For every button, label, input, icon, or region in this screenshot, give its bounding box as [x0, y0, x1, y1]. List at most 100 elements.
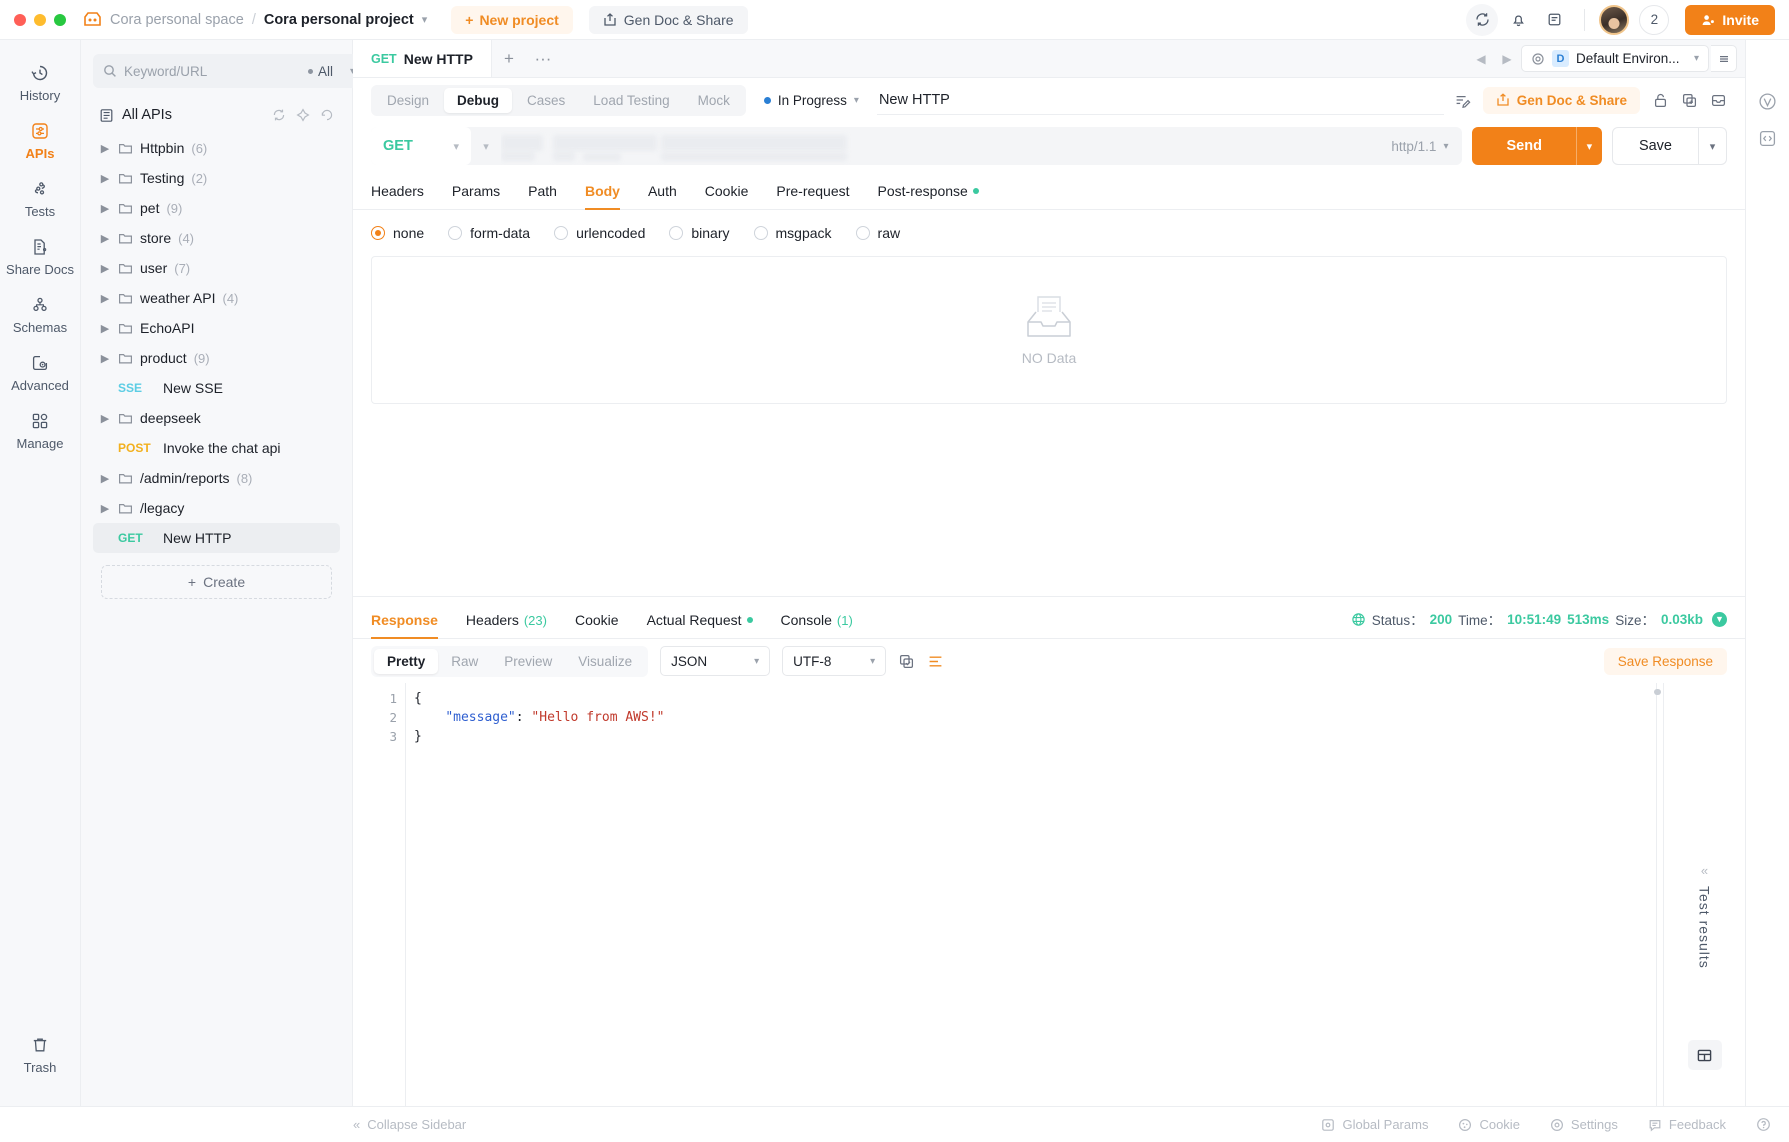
- body-type-none[interactable]: none: [371, 225, 424, 241]
- body-type-urlencoded[interactable]: urlencoded: [554, 225, 645, 241]
- environment-menu-icon[interactable]: [1711, 45, 1737, 72]
- archive-icon[interactable]: [1710, 92, 1727, 109]
- new-project-button[interactable]: + New project: [451, 5, 573, 34]
- gen-doc-share-button[interactable]: Gen Doc & Share: [1482, 86, 1640, 114]
- request-tab-auth[interactable]: Auth: [634, 183, 691, 209]
- test-results-label[interactable]: Test results: [1697, 886, 1713, 969]
- layout-toggle-icon[interactable]: [1687, 1040, 1722, 1070]
- collapse-test-results-icon[interactable]: «: [1701, 863, 1708, 878]
- chevron-right-icon[interactable]: ▶: [99, 142, 111, 155]
- sidebar-item-tests[interactable]: Tests: [0, 170, 80, 228]
- url-prefix-selector[interactable]: ▾: [471, 140, 501, 153]
- request-tab-params[interactable]: Params: [438, 183, 514, 209]
- chevron-right-icon[interactable]: ▶: [99, 292, 111, 305]
- code-scrollbar-track[interactable]: [1656, 683, 1657, 1106]
- chevron-right-icon[interactable]: ▶: [99, 172, 111, 185]
- http-version-selector[interactable]: http/1.1 ▾: [1377, 139, 1462, 154]
- sidebar-item-schemas[interactable]: Schemas: [0, 286, 80, 344]
- code-snippet-icon[interactable]: [1758, 129, 1777, 148]
- collapse-sidebar-button[interactable]: « Collapse Sidebar: [353, 1117, 466, 1132]
- all-apis-root[interactable]: All APIs: [93, 100, 340, 130]
- view-preview[interactable]: Preview: [491, 649, 565, 674]
- request-tab-headers[interactable]: Headers: [371, 183, 438, 209]
- save-response-button[interactable]: Save Response: [1603, 647, 1727, 675]
- body-type-binary[interactable]: binary: [669, 225, 730, 241]
- chevron-right-icon[interactable]: ▶: [99, 472, 111, 485]
- tree-api-item[interactable]: SSE New SSE: [93, 373, 340, 403]
- create-api-button[interactable]: + Create: [101, 565, 332, 599]
- tree-api-item[interactable]: POST Invoke the chat api: [93, 433, 340, 463]
- body-type-form-data[interactable]: form-data: [448, 225, 530, 241]
- request-tab-post-response[interactable]: Post-response: [864, 183, 993, 209]
- mode-cases[interactable]: Cases: [514, 88, 578, 113]
- cookie-button[interactable]: Cookie: [1458, 1117, 1520, 1132]
- save-button[interactable]: Save: [1611, 127, 1699, 165]
- collapse-tree-icon[interactable]: [320, 108, 334, 122]
- new-tab-button[interactable]: +: [492, 40, 526, 77]
- tree-folder-item[interactable]: ▶ user (7): [93, 253, 340, 283]
- view-pretty[interactable]: Pretty: [374, 648, 439, 674]
- view-visualize[interactable]: Visualize: [565, 649, 645, 674]
- mode-mock[interactable]: Mock: [685, 88, 743, 113]
- tree-folder-item[interactable]: ▶ Testing (2): [93, 163, 340, 193]
- response-tab-headers[interactable]: Headers (23): [452, 612, 561, 638]
- sidebar-item-trash[interactable]: Trash: [0, 1026, 80, 1084]
- request-tab-cookie[interactable]: Cookie: [691, 183, 763, 209]
- chevron-right-icon[interactable]: ▶: [99, 232, 111, 245]
- tree-folder-item[interactable]: ▶ deepseek: [93, 403, 340, 433]
- editor-tab-new-http[interactable]: GET New HTTP: [353, 40, 492, 77]
- code-scrollbar-thumb[interactable]: [1654, 689, 1661, 695]
- close-window-button[interactable]: [14, 13, 26, 26]
- http-method-selector[interactable]: GET ▾: [371, 127, 471, 165]
- tree-folder-item[interactable]: ▶ Httpbin (6): [93, 133, 340, 163]
- send-button[interactable]: Send: [1472, 127, 1576, 165]
- save-options-chevron-icon[interactable]: ▾: [1699, 127, 1727, 165]
- tree-folder-item[interactable]: ▶ product (9): [93, 343, 340, 373]
- tree-folder-item[interactable]: ▶ weather API (4): [93, 283, 340, 313]
- tree-folder-item[interactable]: ▶ /admin/reports (8): [93, 463, 340, 493]
- minimize-window-button[interactable]: [34, 13, 46, 26]
- environment-selector[interactable]: D Default Environ... ▾: [1521, 45, 1709, 72]
- locate-tree-icon[interactable]: [296, 108, 310, 122]
- help-button[interactable]: [1756, 1117, 1771, 1132]
- chevron-right-icon[interactable]: ▶: [99, 412, 111, 425]
- view-raw[interactable]: Raw: [438, 649, 491, 674]
- invite-button[interactable]: Invite: [1685, 4, 1775, 35]
- api-name-input[interactable]: New HTTP: [876, 86, 1444, 115]
- user-avatar[interactable]: [1599, 4, 1630, 35]
- body-type-raw[interactable]: raw: [855, 225, 900, 241]
- tab-overflow-menu-button[interactable]: ···: [526, 40, 560, 77]
- edit-description-icon[interactable]: [1454, 92, 1471, 109]
- verify-circle-icon[interactable]: [1758, 92, 1777, 111]
- maximize-window-button[interactable]: [54, 13, 66, 26]
- response-encoding-selector[interactable]: UTF-8 ▾: [782, 646, 887, 676]
- global-params-button[interactable]: Global Params: [1321, 1117, 1428, 1132]
- tab-scroll-left-icon[interactable]: ◀: [1469, 40, 1493, 77]
- mode-debug[interactable]: Debug: [444, 87, 513, 113]
- settings-button[interactable]: Settings: [1550, 1117, 1618, 1132]
- chevron-right-icon[interactable]: ▶: [99, 322, 111, 335]
- send-options-chevron-icon[interactable]: ▾: [1575, 127, 1602, 165]
- response-format-selector[interactable]: JSON ▾: [660, 646, 771, 676]
- request-tab-path[interactable]: Path: [514, 183, 571, 209]
- url-input[interactable]: [501, 127, 1377, 165]
- feedback-button[interactable]: Feedback: [1648, 1117, 1726, 1132]
- body-type-msgpack[interactable]: msgpack: [753, 225, 832, 241]
- tree-filter-selector[interactable]: All ▾: [308, 64, 355, 79]
- chevron-right-icon[interactable]: ▶: [99, 502, 111, 515]
- download-response-icon[interactable]: ▼: [1712, 611, 1727, 627]
- tree-api-item[interactable]: GET New HTTP: [93, 523, 340, 553]
- sidebar-item-advanced[interactable]: Advanced: [0, 344, 80, 402]
- breadcrumb-workspace[interactable]: Cora personal space: [110, 12, 244, 28]
- sync-icon[interactable]: [1466, 3, 1499, 36]
- sidebar-item-share-docs[interactable]: Share Docs: [0, 228, 80, 286]
- tree-folder-item[interactable]: ▶ /legacy: [93, 493, 340, 523]
- sidebar-item-history[interactable]: History: [0, 54, 80, 112]
- response-tab-console[interactable]: Console (1): [767, 612, 867, 638]
- response-tab-response[interactable]: Response: [371, 612, 452, 639]
- tree-folder-item[interactable]: ▶ EchoAPI: [93, 313, 340, 343]
- breadcrumb-chevron-down-icon[interactable]: ▾: [422, 13, 428, 26]
- notifications-bell-icon[interactable]: [1502, 4, 1534, 36]
- chevron-right-icon[interactable]: ▶: [99, 352, 111, 365]
- member-count-badge[interactable]: 2: [1639, 4, 1670, 35]
